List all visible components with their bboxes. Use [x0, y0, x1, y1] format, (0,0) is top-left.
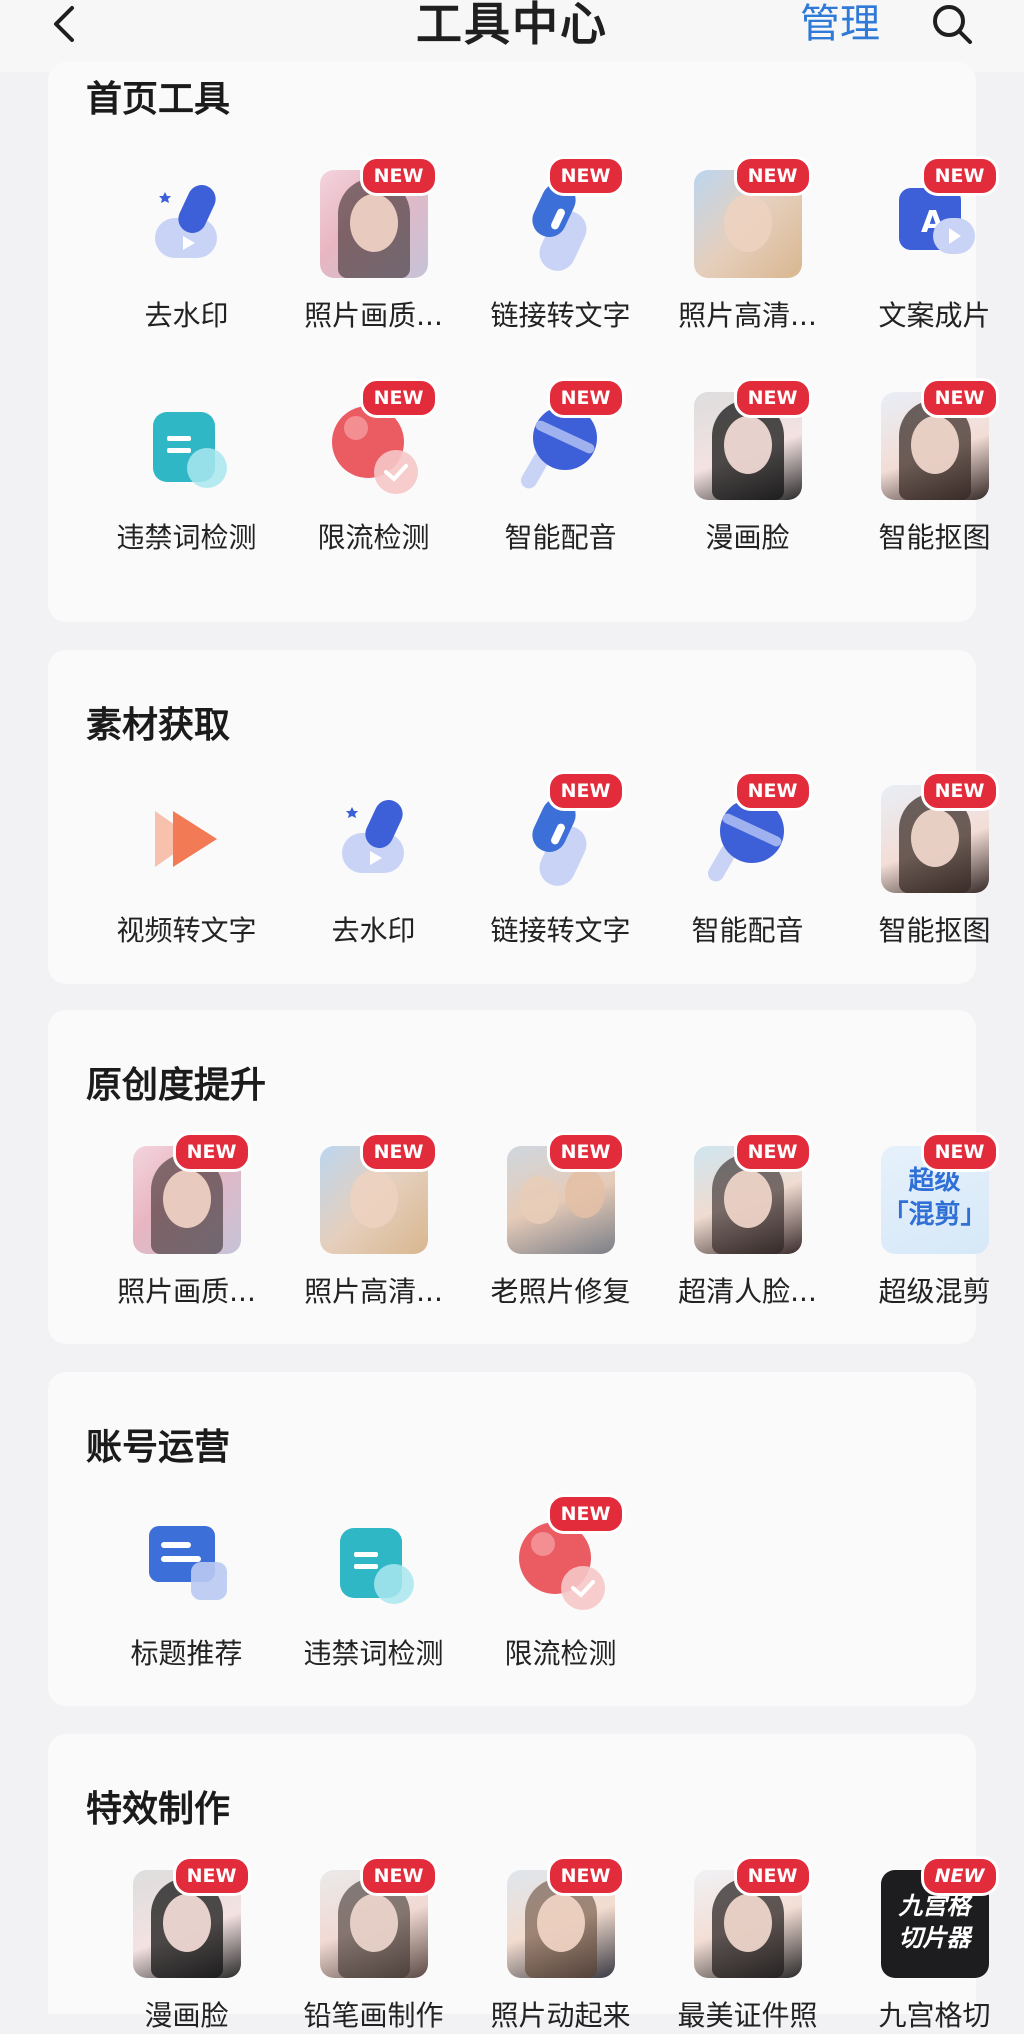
comic-face-image: NEW [693, 378, 812, 500]
super-mix-icon: 超级 「混剪」 NEW [880, 1132, 999, 1254]
tool-label: 链接转文字 [490, 914, 631, 947]
new-badge: NEW [172, 1132, 251, 1172]
new-badge: NEW [546, 1856, 625, 1896]
section-account: 账号运营 标题推荐 违禁词检测 NEW 限流检测 [48, 1372, 976, 1706]
link-to-text-icon: NEW [507, 156, 625, 278]
tool-label: 链接转文字 [490, 299, 631, 332]
tool-label: 去水印 [144, 299, 229, 332]
new-badge: NEW [920, 1132, 999, 1172]
tool-label: 限流检测 [317, 521, 430, 554]
section-home-tools: 首页工具 去水印 NEW 照片画质... NEW 链接转文字 NEW 照片高清.… [48, 62, 999, 667]
new-badge: NEW [359, 378, 438, 418]
pencil-sketch-image: NEW [319, 1856, 438, 1978]
new-badge: NEW [359, 1856, 438, 1896]
new-badge: NEW [546, 1494, 625, 1534]
tool-label: 九宫格切 [878, 1999, 991, 2032]
video-to-text-icon [133, 785, 241, 893]
new-badge: NEW [546, 156, 625, 196]
banned-words-icon [320, 1508, 428, 1616]
tool-label: 照片动起来 [490, 1999, 631, 2032]
new-badge: NEW [733, 1132, 812, 1172]
tool-label: 照片高清... [304, 1275, 443, 1308]
manage-button[interactable]: 管理 [800, 0, 880, 52]
tool-label: 文案成片 [878, 299, 991, 332]
new-badge: NEW [546, 771, 625, 811]
watermark-remove-icon [320, 785, 428, 893]
tool-label: 超清人脸... [678, 1275, 817, 1308]
tool-label: 智能抠图 [878, 521, 991, 554]
throttle-check-icon: NEW [320, 378, 438, 500]
tool-label: 违禁词检测 [116, 521, 257, 554]
section-title: 特效制作 [86, 1789, 231, 1830]
old-photo-restore-image: NEW [506, 1132, 625, 1254]
tool-label: 照片画质... [304, 299, 443, 332]
new-badge: NEW [172, 1856, 251, 1896]
photo-hd-image: NEW [693, 156, 812, 278]
tool-label: 智能抠图 [878, 914, 991, 947]
section-title: 素材获取 [86, 705, 231, 746]
tool-label: 照片高清... [678, 299, 817, 332]
new-badge: NEW [733, 771, 812, 811]
animate-photo-image: NEW [506, 1856, 625, 1978]
title-recommend-icon [133, 1508, 241, 1616]
new-badge: NEW [920, 378, 999, 418]
photo-hd-image: NEW [319, 1132, 438, 1254]
super-mix-icon-text: 超级 「混剪」 [882, 1166, 987, 1230]
new-badge: NEW [920, 771, 999, 811]
link-to-text-icon: NEW [507, 771, 625, 893]
smart-cutout-image: NEW [880, 378, 999, 500]
tool-label: 铅笔画制作 [303, 1999, 444, 2032]
new-badge: NEW [733, 1856, 812, 1896]
comic-face-image: NEW [132, 1856, 251, 1978]
photo-quality-image: NEW [132, 1132, 251, 1254]
new-badge: NEW [733, 378, 812, 418]
new-badge: NEW [359, 156, 438, 196]
id-photo-image: NEW [693, 1856, 812, 1978]
tool-label: 限流检测 [504, 1637, 617, 1670]
new-badge: NEW [920, 1856, 999, 1896]
section-originality: 原创度提升 NEW 照片画质... NEW 照片高清... NEW 老照片修复 … [48, 1010, 999, 1344]
throttle-check-icon: NEW [507, 1494, 625, 1616]
tool-label: 最美证件照 [677, 1999, 818, 2032]
new-badge: NEW [546, 1132, 625, 1172]
tool-label: 去水印 [331, 914, 416, 947]
tool-label: 智能配音 [504, 521, 617, 554]
tool-label: 漫画脸 [144, 1999, 229, 2032]
new-badge: NEW [359, 1132, 438, 1172]
photo-quality-image: NEW [319, 156, 438, 278]
section-title: 账号运营 [86, 1427, 231, 1468]
tool-label: 老照片修复 [490, 1275, 631, 1308]
new-badge: NEW [733, 156, 812, 196]
section-title: 首页工具 [86, 79, 231, 120]
section-title: 原创度提升 [86, 1065, 267, 1106]
tool-label: 视频转文字 [116, 914, 257, 947]
copy-to-video-icon: A NEW [881, 156, 999, 278]
search-icon[interactable] [930, 2, 974, 46]
new-badge: NEW [546, 378, 625, 418]
tool-label: 漫画脸 [705, 521, 790, 554]
new-badge: NEW [920, 156, 999, 196]
tool-label: 智能配音 [691, 914, 804, 947]
tool-label: 标题推荐 [130, 1637, 243, 1670]
watermark-remove-icon [133, 170, 241, 278]
section-material: 素材获取 视频转文字 去水印 NEW 链接转文字 NEW 智能配音 NEW 智能… [48, 650, 999, 984]
tool-label: 超级混剪 [878, 1275, 991, 1308]
section-effects: 特效制作 NEW 漫画脸 NEW 铅笔画制作 NEW 照片动起来 NEW 最美证… [48, 1734, 999, 2032]
tool-label: 违禁词检测 [303, 1637, 444, 1670]
tool-label: 照片画质... [117, 1275, 256, 1308]
nine-grid-icon: 九宫格 切片器 NEW [880, 1856, 999, 1978]
smart-cutout-image: NEW [880, 771, 999, 893]
smart-dubbing-icon: NEW [507, 378, 625, 500]
hd-face-image: NEW [693, 1132, 812, 1254]
banned-words-icon [133, 392, 241, 500]
smart-dubbing-icon: NEW [694, 771, 812, 893]
nine-grid-icon-text: 九宫格 切片器 [898, 1892, 971, 1952]
